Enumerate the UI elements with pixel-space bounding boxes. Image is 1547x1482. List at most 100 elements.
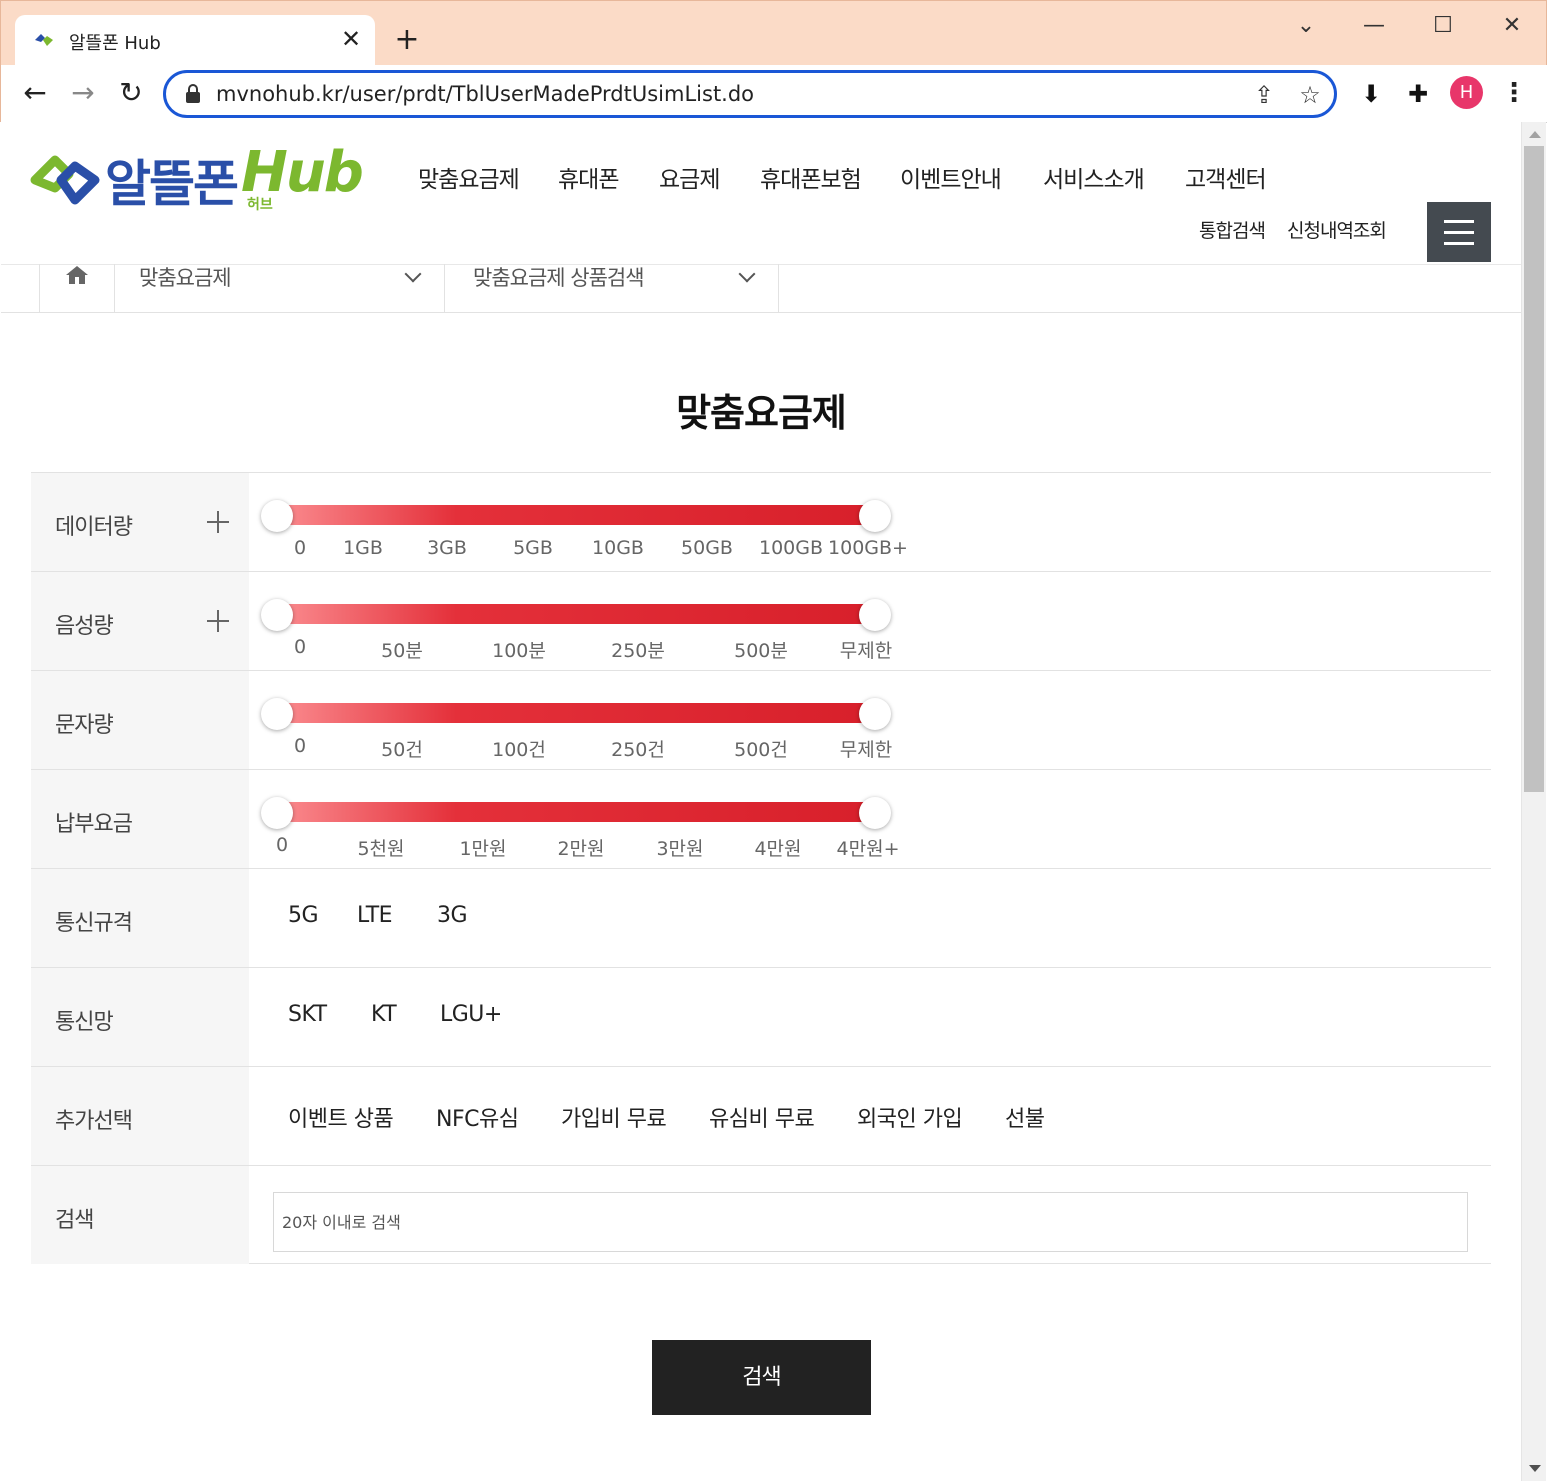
nav-events[interactable]: 이벤트안내 bbox=[900, 160, 1002, 194]
nav-service-intro[interactable]: 서비스소개 bbox=[1043, 160, 1145, 194]
scroll-up-arrow-icon[interactable] bbox=[1529, 131, 1541, 138]
fee-slider-track[interactable] bbox=[281, 802, 865, 822]
back-arrow-icon[interactable]: ← bbox=[17, 75, 53, 111]
data-slider-max-handle[interactable] bbox=[859, 500, 891, 532]
forward-arrow-icon[interactable]: → bbox=[65, 75, 101, 111]
close-icon[interactable]: ✕ bbox=[339, 27, 363, 51]
option-5g[interactable]: 5G bbox=[288, 903, 319, 928]
url-text[interactable]: mvnohub.kr/user/prdt/TblUserMadePrdtUsim… bbox=[216, 82, 754, 106]
browser-menu-icon[interactable]: ⋮ bbox=[1501, 77, 1527, 109]
breadcrumb-level1-dropdown[interactable]: 맞춤요금제 bbox=[115, 264, 445, 313]
option-lgu[interactable]: LGU+ bbox=[440, 1002, 502, 1027]
option-free-signup[interactable]: 가입비 무료 bbox=[561, 1101, 667, 1133]
maximize-icon[interactable]: ☐ bbox=[1428, 11, 1458, 41]
option-kt[interactable]: KT bbox=[371, 1002, 397, 1027]
filter-row-extra: 추가선택 이벤트 상품 NFC유심 가입비 무료 유심비 무료 외국인 가입 선… bbox=[31, 1066, 1491, 1165]
nav-customer-center[interactable]: 고객센터 bbox=[1185, 160, 1267, 194]
sms-slider-max-handle[interactable] bbox=[859, 698, 891, 730]
profile-avatar[interactable]: H bbox=[1450, 76, 1483, 109]
site-favicon-icon bbox=[35, 34, 53, 46]
slider-tick-label: 50GB bbox=[681, 537, 733, 559]
slider-tick-label: 100GB+ bbox=[828, 537, 908, 559]
voice-slider-max-handle[interactable] bbox=[859, 599, 891, 631]
slider-tick-label: 2만원 bbox=[557, 838, 605, 860]
option-3g[interactable]: 3G bbox=[437, 903, 468, 928]
slider-tick-label: 0 bbox=[293, 735, 307, 757]
nav-plans[interactable]: 요금제 bbox=[659, 160, 720, 194]
filter-row-fee: 납부요금 0 5천원 1만원 2만원 3만원 4만원 4만원+ bbox=[31, 769, 1491, 868]
voice-slider-min-handle[interactable] bbox=[261, 599, 293, 631]
bookmark-star-icon[interactable]: ☆ bbox=[1296, 81, 1324, 109]
reload-icon[interactable]: ↻ bbox=[113, 75, 149, 111]
logo-text: 알뜰폰 bbox=[105, 155, 239, 213]
scroll-down-arrow-icon[interactable] bbox=[1529, 1465, 1541, 1472]
nav-custom-plan[interactable]: 맞춤요금제 bbox=[418, 160, 520, 194]
slider-tick-label: 0 bbox=[293, 537, 307, 559]
option-skt[interactable]: SKT bbox=[288, 1002, 327, 1027]
slider-tick-label: 0 bbox=[275, 834, 289, 856]
slider-tick-label: 500건 bbox=[734, 739, 788, 761]
filter-label: 통신망 bbox=[55, 1010, 114, 1035]
filter-label-cell: 통신망 bbox=[31, 968, 249, 1066]
browser-tab[interactable]: 알뜰폰 Hub ✕ bbox=[15, 15, 375, 65]
filter-row-network: 통신망 SKT KT LGU+ bbox=[31, 967, 1491, 1066]
browser-toolbar: ← → ↻ mvnohub.kr/user/prdt/TblUserMadePr… bbox=[1, 65, 1547, 123]
search-input[interactable] bbox=[273, 1192, 1468, 1252]
filter-label-cell: 문자량 bbox=[31, 671, 249, 769]
data-slider-min-handle[interactable] bbox=[261, 500, 293, 532]
window-close-icon[interactable]: ✕ bbox=[1497, 11, 1527, 41]
address-bar[interactable]: mvnohub.kr/user/prdt/TblUserMadePrdtUsim… bbox=[163, 70, 1337, 118]
page: 알뜰폰 Hub 허브 맞춤요금제 휴대폰 요금제 휴대폰보험 이벤트안내 서비스… bbox=[1, 122, 1521, 1481]
nav-phone-insurance[interactable]: 휴대폰보험 bbox=[760, 160, 862, 194]
slider-tick-label: 5천원 bbox=[357, 838, 405, 860]
tab-title: 알뜰폰 Hub bbox=[69, 33, 161, 54]
chevron-down-icon bbox=[404, 265, 422, 283]
filter-row-sms: 문자량 0 50건 100건 250건 500건 무제한 bbox=[31, 670, 1491, 769]
option-lte[interactable]: LTE bbox=[357, 903, 393, 928]
plus-icon[interactable] bbox=[207, 610, 229, 632]
plus-icon[interactable] bbox=[207, 511, 229, 533]
option-foreigner-signup[interactable]: 외국인 가입 bbox=[857, 1101, 963, 1133]
share-icon[interactable]: ⇪ bbox=[1250, 81, 1278, 109]
tab-search-icon[interactable]: ⌄ bbox=[1291, 11, 1321, 41]
page-scrollbar[interactable] bbox=[1521, 122, 1546, 1481]
slider-tick-label: 1GB bbox=[343, 537, 383, 559]
breadcrumb-home[interactable] bbox=[39, 264, 115, 313]
filter-label: 검색 bbox=[55, 1208, 94, 1233]
option-event-product[interactable]: 이벤트 상품 bbox=[288, 1101, 394, 1133]
data-slider-track[interactable] bbox=[281, 505, 865, 525]
filter-label-cell: 음성량 bbox=[31, 572, 249, 670]
slider-tick-label: 3GB bbox=[427, 537, 467, 559]
extensions-puzzle-icon[interactable]: ✚ bbox=[1402, 78, 1434, 110]
application-history-link[interactable]: 신청내역조회 bbox=[1287, 216, 1387, 243]
voice-slider-track[interactable] bbox=[281, 604, 865, 624]
new-tab-icon[interactable]: + bbox=[393, 25, 421, 55]
option-nfc-usim[interactable]: NFC유심 bbox=[436, 1101, 519, 1133]
hamburger-menu-icon[interactable] bbox=[1427, 202, 1491, 262]
filter-label-cell: 납부요금 bbox=[31, 770, 249, 868]
slider-tick-label: 250분 bbox=[611, 640, 665, 662]
home-icon bbox=[66, 266, 88, 284]
integrated-search-link[interactable]: 통합검색 bbox=[1199, 216, 1266, 243]
chevron-down-icon bbox=[738, 265, 756, 283]
site-logo[interactable]: 알뜰폰 Hub 허브 bbox=[29, 140, 364, 216]
download-icon[interactable]: ⬇ bbox=[1355, 78, 1387, 110]
slider-tick-label: 5GB bbox=[513, 537, 553, 559]
scrollbar-thumb[interactable] bbox=[1524, 146, 1544, 792]
search-button[interactable]: 검색 bbox=[652, 1340, 871, 1415]
sms-slider-min-handle[interactable] bbox=[261, 698, 293, 730]
fee-slider-max-handle[interactable] bbox=[859, 797, 891, 829]
nav-phones[interactable]: 휴대폰 bbox=[558, 160, 619, 194]
logo-sub-text: 허브 bbox=[247, 197, 273, 213]
filter-label: 납부요금 bbox=[55, 812, 133, 837]
option-free-usim[interactable]: 유심비 무료 bbox=[709, 1101, 815, 1133]
sms-slider-track[interactable] bbox=[281, 703, 865, 723]
slider-tick-label: 0 bbox=[293, 636, 307, 658]
filter-label: 데이터량 bbox=[55, 515, 133, 540]
filter-row-tech: 통신규격 5G LTE 3G bbox=[31, 868, 1491, 967]
option-prepaid[interactable]: 선불 bbox=[1005, 1101, 1045, 1133]
minimize-icon[interactable]: — bbox=[1359, 11, 1389, 41]
filter-label: 음성량 bbox=[55, 614, 114, 639]
fee-slider-min-handle[interactable] bbox=[261, 797, 293, 829]
breadcrumb-level2-dropdown[interactable]: 맞춤요금제 상품검색 bbox=[445, 264, 779, 313]
